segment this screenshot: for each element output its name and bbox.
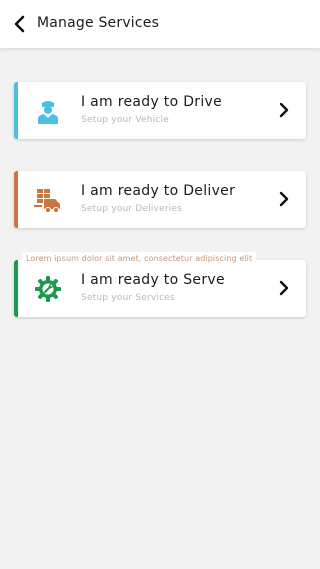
chevron-left-icon[interactable]	[9, 13, 31, 35]
driver-icon	[38, 101, 58, 124]
service-title: I am ready to Serve	[81, 272, 225, 288]
service-subtitle: Setup your Vehicle	[81, 115, 169, 125]
chevron-right-icon	[279, 280, 289, 296]
chevron-right-icon	[279, 102, 289, 118]
service-subtitle: Setup your Services	[81, 293, 175, 303]
service-card-serve[interactable]: I am ready to Serve Setup your Services	[14, 260, 306, 317]
tooltip: Lorem ipsum dolor sit amet, consectetur …	[22, 252, 257, 265]
service-subtitle: Setup your Deliveries	[81, 204, 183, 214]
service-card-drive[interactable]: I am ready to Drive Setup your Vehicle	[14, 82, 306, 139]
delivery-truck-icon	[34, 189, 60, 214]
service-title: I am ready to Deliver	[81, 183, 236, 199]
top-bar: Manage Services	[0, 0, 320, 48]
card-accent	[14, 171, 18, 228]
service-title: I am ready to Drive	[81, 94, 223, 110]
chevron-right-icon	[279, 191, 289, 207]
gear-wrench-icon	[35, 276, 61, 302]
service-card-deliver[interactable]: I am ready to Deliver Setup your Deliver…	[14, 171, 306, 228]
page-title: Manage Services	[37, 15, 160, 31]
card-accent	[14, 260, 18, 317]
card-accent	[14, 82, 18, 139]
